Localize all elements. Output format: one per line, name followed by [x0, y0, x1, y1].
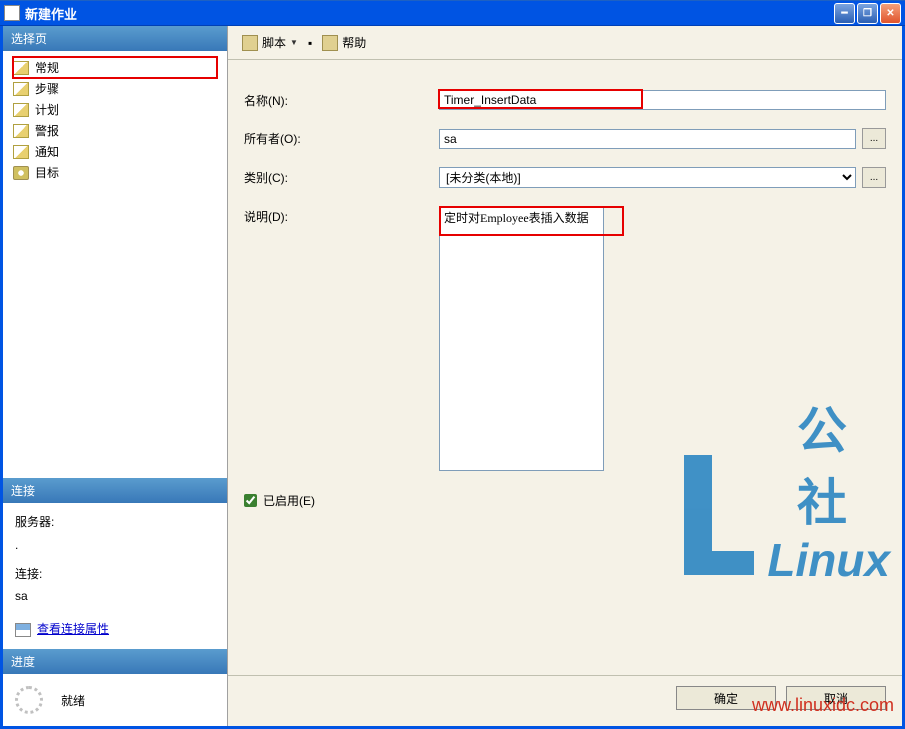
nav-label: 警报 [35, 122, 59, 139]
nav-item-targets[interactable]: 目标 [13, 162, 217, 183]
page-icon [13, 61, 29, 75]
nav-label: 计划 [35, 101, 59, 118]
category-label: 类别(C): [244, 167, 439, 186]
enabled-label: 已启用(E) [263, 492, 315, 509]
help-label: 帮助 [342, 34, 366, 51]
name-input[interactable] [439, 90, 886, 110]
page-icon [13, 124, 29, 138]
owner-browse-button[interactable]: ... [862, 128, 886, 149]
description-label: 说明(D): [244, 206, 439, 225]
connection-value: sa [15, 585, 215, 608]
window-title: 新建作业 [25, 4, 834, 23]
description-textarea[interactable]: 定时对Employee表插入数据 [439, 206, 604, 471]
progress-status: 就绪 [61, 692, 85, 709]
connection-header: 连接 [3, 478, 227, 503]
watermark-en-text: Linux [767, 533, 890, 587]
help-icon [322, 35, 338, 51]
close-button[interactable]: ✕ [880, 3, 901, 24]
category-browse-button[interactable]: ... [862, 167, 886, 188]
target-icon [13, 166, 29, 180]
button-bar: 确定 取消 www.linuxidc.com [228, 675, 902, 726]
view-connection-properties-link[interactable]: 查看连接属性 [15, 618, 215, 641]
cancel-button[interactable]: 取消 [786, 686, 886, 710]
name-label: 名称(N): [244, 90, 439, 109]
server-label: 服务器: [15, 511, 215, 534]
script-label: 脚本 [262, 34, 286, 51]
help-button[interactable]: 帮助 [318, 32, 370, 53]
minimize-button[interactable]: ━ [834, 3, 855, 24]
nav-list: 常规 步骤 计划 警报 通知 [13, 57, 217, 183]
maximize-button[interactable]: ❐ [857, 3, 878, 24]
nav-item-schedules[interactable]: 计划 [13, 99, 217, 120]
category-select[interactable]: [未分类(本地)] [439, 167, 856, 188]
spinner-icon [15, 686, 43, 714]
connection-label: 连接: [15, 563, 215, 586]
chevron-down-icon: ▼ [290, 38, 298, 47]
nav-label: 通知 [35, 143, 59, 160]
enabled-checkbox[interactable] [244, 494, 257, 507]
content-area: 脚本 ▼ ▪ 帮助 名称(N): 所有者(O): [228, 26, 902, 726]
page-icon [13, 82, 29, 96]
progress-panel: 就绪 [3, 674, 227, 726]
connection-icon [15, 623, 31, 637]
page-icon [13, 145, 29, 159]
nav-item-notifications[interactable]: 通知 [13, 141, 217, 162]
nav-item-steps[interactable]: 步骤 [13, 78, 217, 99]
nav-label: 目标 [35, 164, 59, 181]
nav-label: 常规 [35, 59, 59, 76]
nav-item-general[interactable]: 常规 [13, 57, 217, 78]
select-page-header: 选择页 [3, 26, 227, 51]
window-titlebar: 新建作业 ━ ❐ ✕ [0, 0, 905, 26]
connection-panel: 服务器: . 连接: sa 查看连接属性 [3, 503, 227, 649]
sidebar: 选择页 常规 步骤 计划 警报 [3, 26, 228, 726]
page-icon [13, 103, 29, 117]
owner-label: 所有者(O): [244, 128, 439, 147]
nav-label: 步骤 [35, 80, 59, 97]
server-value: . [15, 534, 215, 557]
form-area: 名称(N): 所有者(O): ... 类别(C): [228, 60, 902, 675]
owner-input[interactable] [439, 129, 856, 149]
ok-button[interactable]: 确定 [676, 686, 776, 710]
toolbar: 脚本 ▼ ▪ 帮助 [228, 26, 902, 60]
script-icon [242, 35, 258, 51]
link-text: 查看连接属性 [37, 618, 109, 641]
script-button[interactable]: 脚本 ▼ [238, 32, 302, 53]
window-icon [4, 5, 20, 21]
nav-item-alerts[interactable]: 警报 [13, 120, 217, 141]
progress-header: 进度 [3, 649, 227, 674]
